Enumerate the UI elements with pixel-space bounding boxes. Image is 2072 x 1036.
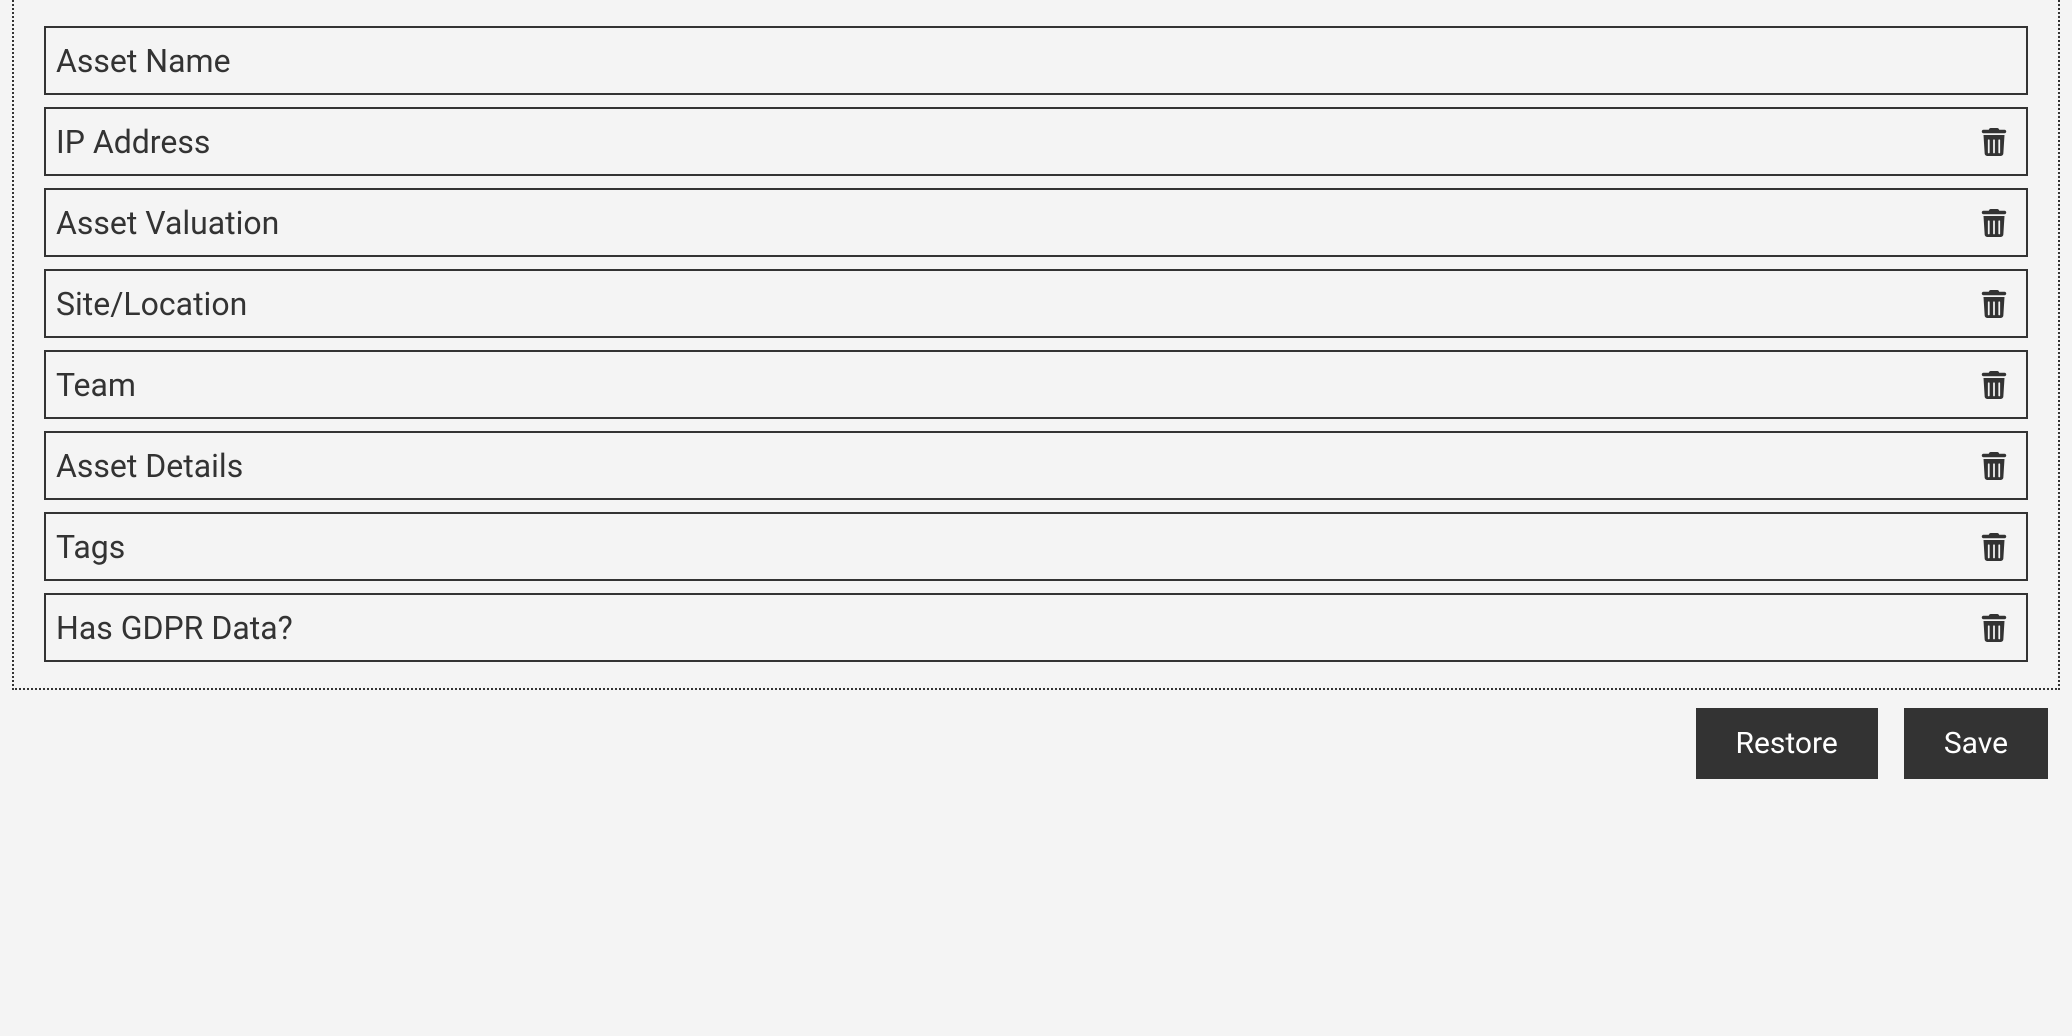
trash-icon [1980, 452, 2008, 480]
field-label: Asset Name [56, 42, 231, 80]
trash-icon [1980, 533, 2008, 561]
delete-button[interactable] [1978, 369, 2010, 401]
field-label: Team [56, 366, 136, 404]
field-label: Tags [56, 528, 125, 566]
save-button[interactable]: Save [1904, 708, 2048, 779]
delete-button[interactable] [1978, 450, 2010, 482]
delete-button[interactable] [1978, 207, 2010, 239]
field-label: Has GDPR Data? [56, 609, 293, 647]
field-row-ip-address[interactable]: IP Address [44, 107, 2028, 176]
field-label: Asset Valuation [56, 204, 279, 242]
trash-icon [1980, 371, 2008, 399]
trash-icon [1980, 614, 2008, 642]
field-row-site-location[interactable]: Site/Location [44, 269, 2028, 338]
field-row-asset-valuation[interactable]: Asset Valuation [44, 188, 2028, 257]
delete-button[interactable] [1978, 126, 2010, 158]
page-container: Asset Name IP Address Asset Valuation Si… [0, 0, 2072, 779]
field-row-asset-name[interactable]: Asset Name [44, 26, 2028, 95]
actions-bar: Restore Save [12, 690, 2060, 779]
field-row-tags[interactable]: Tags [44, 512, 2028, 581]
field-row-team[interactable]: Team [44, 350, 2028, 419]
delete-button[interactable] [1978, 612, 2010, 644]
field-label: Asset Details [56, 447, 243, 485]
trash-icon [1980, 209, 2008, 237]
field-list: Asset Name IP Address Asset Valuation Si… [12, 0, 2060, 690]
field-label: Site/Location [56, 285, 247, 323]
field-row-asset-details[interactable]: Asset Details [44, 431, 2028, 500]
delete-button[interactable] [1978, 531, 2010, 563]
restore-button[interactable]: Restore [1696, 708, 1878, 779]
trash-icon [1980, 290, 2008, 318]
delete-button[interactable] [1978, 288, 2010, 320]
field-row-has-gdpr-data[interactable]: Has GDPR Data? [44, 593, 2028, 662]
trash-icon [1980, 128, 2008, 156]
field-label: IP Address [56, 123, 210, 161]
